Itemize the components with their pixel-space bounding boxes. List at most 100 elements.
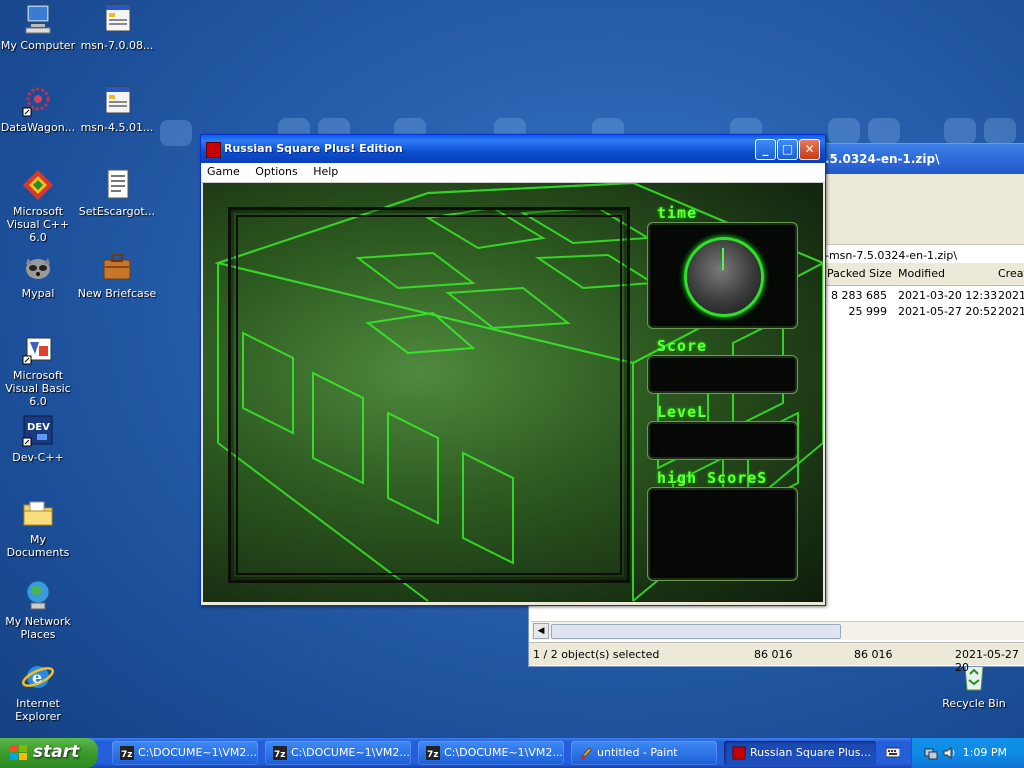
paint-icon <box>580 747 592 760</box>
network-globe-icon <box>21 578 55 612</box>
status-size: 86 016 <box>754 648 793 661</box>
app-cube-icon <box>206 142 221 158</box>
menu-game[interactable]: Game <box>201 163 246 178</box>
desktop-icon-label: SetEscargot... <box>78 205 156 218</box>
cell-created: 2021- <box>998 289 1024 302</box>
folder-icon <box>21 496 55 530</box>
desktop-icon-msn-4[interactable]: msn-4.5.01... <box>77 84 157 134</box>
game-menubar: Game Options Help <box>201 163 825 183</box>
desktop-icon-my-computer[interactable]: My Computer <box>0 2 78 52</box>
scroll-left-arrow-icon[interactable]: ◀ <box>533 623 549 639</box>
system-tray: 1:09 PM <box>911 738 1024 768</box>
game-titlebar[interactable]: Russian Square Plus! Edition _ □ ✕ <box>201 135 825 163</box>
taskbar-item[interactable]: untitled - Paint <box>571 741 717 765</box>
desktop-icon-label: Dev-C++ <box>12 451 64 464</box>
desktop-icon-visual-basic[interactable]: Microsoft Visual Basic 6.0 <box>0 332 78 408</box>
maximize-button[interactable]: □ <box>777 139 798 160</box>
volume-icon[interactable] <box>942 746 956 760</box>
column-header-modified[interactable]: Modified <box>898 267 945 280</box>
desktop-icon-my-network-places[interactable]: My Network Places <box>0 578 78 641</box>
desktop-icon-label: msn-7.0.08... <box>80 39 154 52</box>
svg-text:7z: 7z <box>274 750 286 760</box>
play-board[interactable] <box>228 207 630 583</box>
svg-text:7z: 7z <box>427 750 439 760</box>
dev-cpp-icon: DEV <box>21 414 55 448</box>
desktop-icon-label: msn-4.5.01... <box>80 121 154 134</box>
taskbar-item[interactable]: 7z C:\DOCUME~1\VM2... <box>265 741 411 765</box>
visual-cpp-icon <box>21 168 55 202</box>
close-button[interactable]: ✕ <box>799 139 820 160</box>
desktop-icon-my-documents[interactable]: My Documents <box>0 496 78 559</box>
desktop-icon-label: New Briefcase <box>77 287 157 300</box>
column-header-packed-size[interactable]: Packed Size <box>827 267 892 280</box>
taskbar-item-label: C:\DOCUME~1\VM2... <box>444 746 563 759</box>
column-header-created[interactable]: Creat <box>998 267 1024 280</box>
desktop-icon-visual-cpp[interactable]: Microsoft Visual C++ 6.0 <box>0 168 78 244</box>
desktop-icon-mypal[interactable]: Mypal <box>0 250 78 300</box>
datawagon-icon <box>21 84 55 118</box>
desktop-icon-label: Microsoft Visual Basic 6.0 <box>5 369 71 408</box>
desktop-icon-msn-7[interactable]: msn-7.0.08... <box>77 2 157 52</box>
app-cube-icon <box>732 746 746 760</box>
desktop-icon-setescargot[interactable]: SetEscargot... <box>77 168 157 218</box>
time-panel <box>648 223 797 328</box>
network-icon[interactable] <box>924 746 938 760</box>
svg-text:7z: 7z <box>121 750 133 760</box>
desktop-icon-label: Internet Explorer <box>15 697 61 723</box>
play-board-inner <box>236 215 622 575</box>
desktop-icon-label: My Computer <box>0 39 76 52</box>
sevenzip-icon: 7z <box>426 746 440 760</box>
desktop-icon-label: My Documents <box>6 533 70 559</box>
visual-basic-icon <box>21 332 55 366</box>
scrollbar-thumb[interactable] <box>551 624 841 639</box>
keyboard-icon[interactable] <box>885 746 901 758</box>
taskbar-item-label: C:\DOCUME~1\VM2... <box>138 746 257 759</box>
installer-icon <box>100 84 134 118</box>
briefcase-icon <box>100 250 134 284</box>
score-panel <box>648 356 797 393</box>
cell-created: 2021- <box>998 305 1024 318</box>
desktop-icon-label: Recycle Bin <box>942 697 1006 710</box>
computer-icon <box>21 2 55 36</box>
game-area[interactable]: time Score LeveL high ScoreS <box>203 183 823 602</box>
taskbar-item[interactable]: 7z C:\DOCUME~1\VM2... <box>418 741 564 765</box>
game-window[interactable]: Russian Square Plus! Edition _ □ ✕ Game … <box>200 134 826 606</box>
menu-options[interactable]: Options <box>249 163 303 178</box>
cell-packed: 25 999 <box>848 305 888 318</box>
windows-flag-icon <box>10 745 27 760</box>
stopwatch-icon <box>684 237 764 317</box>
desktop-icon-datawagon[interactable]: DataWagon... <box>0 84 78 134</box>
taskbar-clock[interactable]: 1:09 PM <box>963 746 1007 759</box>
taskbar-item-label: Russian Square Plus... <box>750 746 871 759</box>
sevenzip-status-bar: 1 / 2 object(s) selected 86 016 86 016 2… <box>529 642 1024 674</box>
raccoon-icon <box>21 250 55 284</box>
horizontal-scrollbar[interactable]: ◀ <box>531 621 1024 640</box>
score-label: Score <box>657 337 708 355</box>
taskbar: start 7z C:\DOCUME~1\VM2... 7z C:\DOCUME… <box>0 738 1024 768</box>
desktop-icon-dev-cpp[interactable]: DEV Dev-C++ <box>0 414 78 464</box>
cell-modified: 2021-05-27 20:52 <box>898 305 998 318</box>
installer-icon <box>100 2 134 36</box>
menu-help[interactable]: Help <box>307 163 344 178</box>
status-packed: 86 016 <box>854 648 893 661</box>
level-label: LeveL <box>657 403 708 421</box>
level-panel <box>648 422 797 459</box>
high-scores-label: high ScoreS <box>657 469 768 487</box>
start-label: start <box>33 742 80 762</box>
cell-modified: 2021-03-20 12:33 <box>898 289 998 302</box>
minimize-button[interactable]: _ <box>755 139 776 160</box>
svg-text:e: e <box>32 668 42 687</box>
sevenzip-icon: 7z <box>120 746 134 760</box>
desktop-icon-label: Mypal <box>21 287 55 300</box>
desktop-icon-internet-explorer[interactable]: e Internet Explorer <box>0 660 78 723</box>
taskbar-item-label: C:\DOCUME~1\VM2... <box>291 746 410 759</box>
taskbar-item[interactable]: 7z C:\DOCUME~1\VM2... <box>112 741 258 765</box>
sevenzip-address-text: -msn-7.5.0324-en-1.zip\ <box>825 249 958 262</box>
svg-text:DEV: DEV <box>27 422 50 433</box>
high-scores-panel <box>648 488 797 580</box>
game-title: Russian Square Plus! Edition <box>224 142 403 155</box>
taskbar-item-active[interactable]: Russian Square Plus... <box>724 741 876 765</box>
start-button[interactable]: start <box>0 738 98 768</box>
desktop-icon-new-briefcase[interactable]: New Briefcase <box>77 250 157 300</box>
desktop-icon-label: Microsoft Visual C++ 6.0 <box>6 205 70 244</box>
